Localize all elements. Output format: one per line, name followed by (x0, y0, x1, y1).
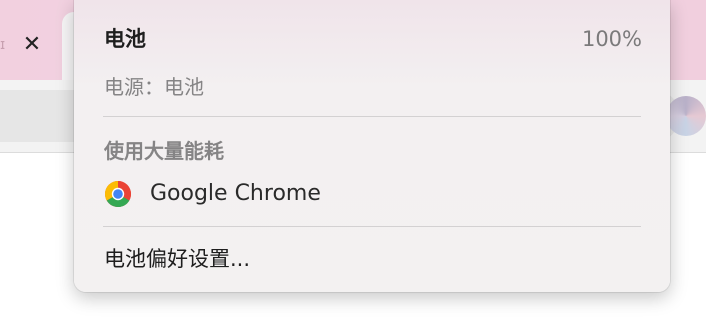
profile-avatar[interactable] (666, 96, 706, 136)
battery-menu-title: 电池 (104, 27, 146, 51)
menu-separator (103, 116, 641, 117)
power-source-label: 电源：电池 (104, 75, 204, 99)
energy-app-item-chrome[interactable]: Google Chrome (104, 178, 644, 210)
tab-fragment: ɪ (0, 37, 6, 53)
menu-separator (103, 226, 641, 227)
app-name: Google Chrome (150, 181, 321, 206)
energy-usage-heading: 使用大量能耗 (104, 139, 224, 163)
battery-percent: 100% (581, 27, 642, 51)
battery-menu: 电池 100% 电源：电池 使用大量能耗 Google Chrome 电池偏好设… (74, 0, 670, 292)
chrome-icon (104, 181, 132, 208)
battery-preferences-item[interactable]: 电池偏好设置... (104, 244, 250, 274)
tab-close-icon[interactable]: ✕ (20, 33, 44, 57)
